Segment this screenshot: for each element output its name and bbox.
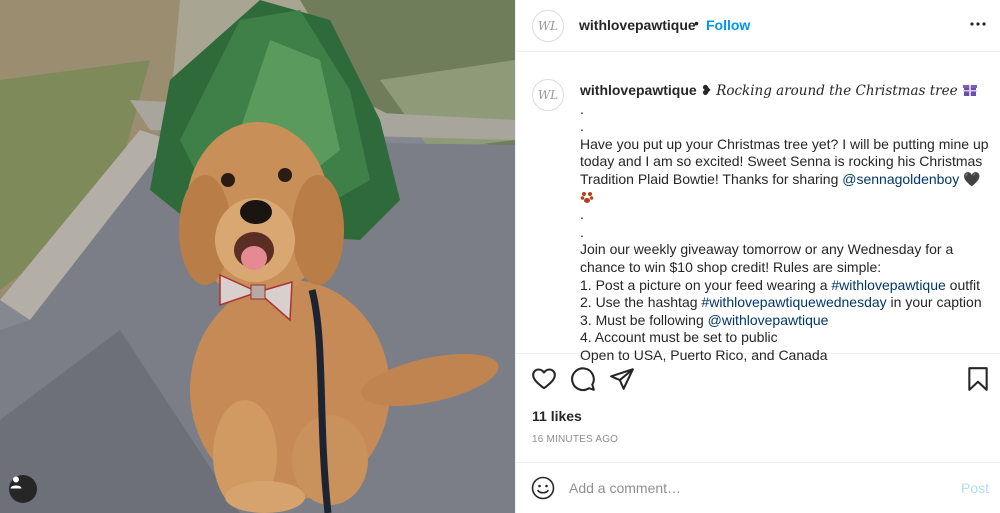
caption-dot: . (580, 206, 584, 223)
dog-photo-illustration (0, 0, 515, 513)
caption-text-segment: outfit (945, 276, 981, 293)
caption-text-segment: in your caption (886, 294, 982, 311)
hashtag-link[interactable]: #withlovepawtique (831, 277, 945, 293)
avatar-monogram: WL (537, 19, 559, 33)
caption-script-title: Rocking around the Christmas tree (716, 83, 958, 99)
tag-people-button[interactable] (9, 475, 37, 503)
comment-button[interactable] (570, 366, 596, 392)
likes-count[interactable]: 11 likes (532, 408, 582, 424)
caption-paragraph-1: Have you put up your Christmas tree yet?… (580, 136, 992, 206)
caption-heart-glyph: ❥ (696, 82, 717, 98)
heart-icon (532, 368, 556, 390)
caption-text-segment: 1. Post a picture on your feed wearing a (580, 276, 832, 293)
comment-bar: Post (516, 462, 1000, 513)
caption-dot: . (580, 100, 584, 117)
caption-dot: . (580, 118, 584, 135)
bookmark-icon (968, 367, 988, 391)
caption-text: withlovepawtique ❥ Rocking around the Ch… (580, 81, 992, 365)
mention-link[interactable]: @withlovepawtique (708, 312, 829, 328)
share-button[interactable] (609, 366, 635, 392)
instagram-post: WL withlovepawtique • Follow WL withlove… (0, 0, 1000, 513)
avatar-monogram: WL (537, 88, 559, 102)
action-bar (516, 355, 1000, 405)
paw-emoji-icon (580, 191, 594, 203)
follow-button[interactable]: Follow (706, 17, 750, 33)
caption-rule-4: 4. Account must be set to public (580, 329, 778, 346)
caption-username[interactable]: withlovepawtique (580, 82, 697, 98)
comment-icon (571, 367, 595, 392)
comment-input[interactable] (569, 477, 929, 499)
caption-avatar[interactable]: WL (532, 79, 564, 111)
emoji-picker-button[interactable] (531, 476, 555, 500)
post-comment-button[interactable]: Post (961, 480, 989, 496)
caption-text-segment: 🖤 (959, 170, 981, 187)
post-side-panel: WL withlovepawtique • Follow WL withlove… (515, 0, 1000, 513)
more-options-icon (970, 22, 986, 26)
gift-emoji-icon (962, 85, 977, 96)
post-photo[interactable] (0, 0, 515, 513)
header-username[interactable]: withlovepawtique (579, 17, 696, 33)
caption-line-1: withlovepawtique ❥ Rocking around the Ch… (580, 81, 992, 101)
avatar[interactable]: WL (532, 10, 564, 42)
post-header: WL withlovepawtique • Follow (516, 0, 1000, 52)
header-separator: • (694, 15, 699, 31)
smiley-icon (531, 476, 555, 500)
caption-dot: . (580, 223, 584, 240)
save-button[interactable] (965, 366, 991, 392)
caption-paragraph-2: Join our weekly giveaway tomorrow or any… (580, 241, 954, 275)
mention-link[interactable]: @sennagoldenboy (842, 171, 959, 187)
caption-rule-3: 3. Must be following @withlovepawtique (580, 312, 992, 330)
hashtag-link[interactable]: #withlovepawtiquewednesday (701, 294, 886, 310)
caption-text-segment: 2. Use the hashtag (580, 294, 702, 311)
share-icon (610, 368, 634, 390)
caption-rule-1: 1. Post a picture on your feed wearing a… (580, 277, 992, 295)
post-timestamp[interactable]: 16 MINUTES AGO (532, 434, 618, 445)
caption-section: WL withlovepawtique ❥ Rocking around the… (516, 52, 1000, 363)
more-options-button[interactable] (968, 14, 988, 34)
like-button[interactable] (531, 366, 557, 392)
caption-rule-2: 2. Use the hashtag #withlovepawtiquewedn… (580, 294, 992, 312)
caption-text-segment: 3. Must be following (580, 311, 708, 328)
user-icon (10, 476, 22, 489)
